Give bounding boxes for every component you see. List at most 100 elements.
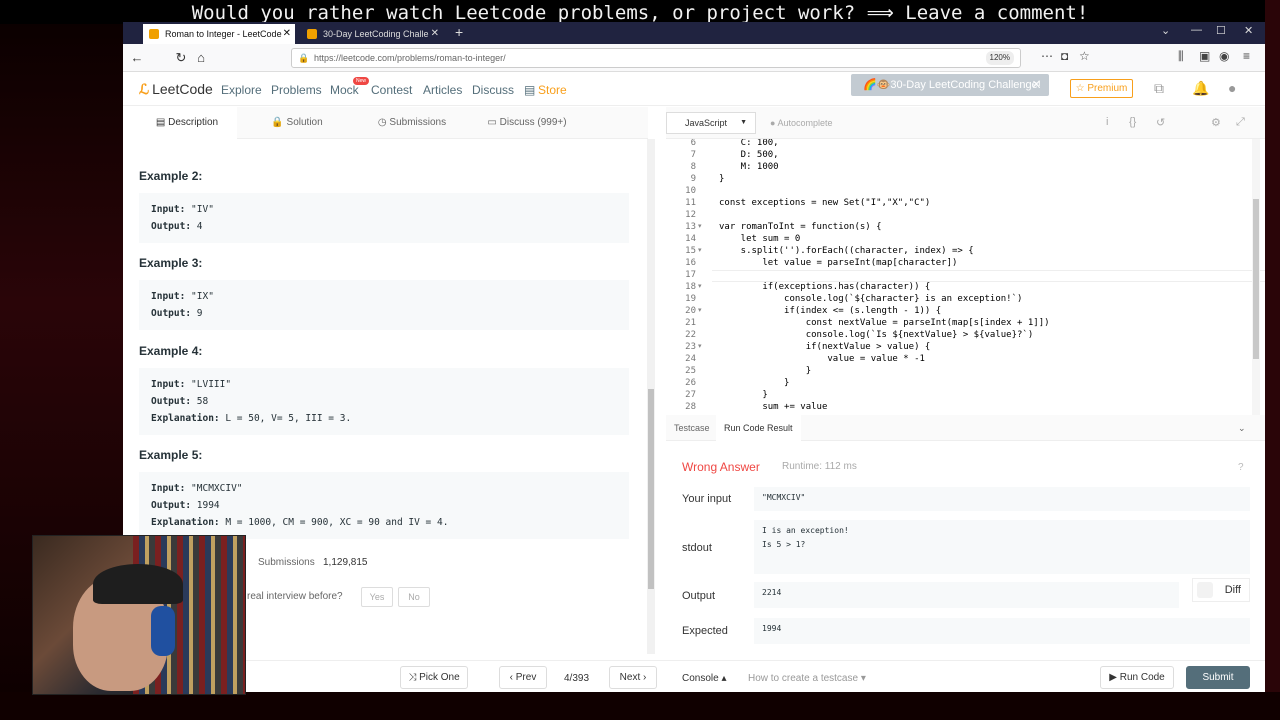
code-line: } bbox=[719, 378, 790, 388]
editor-scrollbar[interactable] bbox=[1252, 139, 1260, 426]
no-button[interactable]: No bbox=[398, 587, 430, 607]
playground-icon[interactable]: ⧉ bbox=[1154, 80, 1164, 97]
tab-discuss[interactable]: ▭ Discuss (999+) bbox=[472, 107, 582, 139]
code-line: if(nextValue > value) { bbox=[719, 342, 931, 352]
leetcode-logo-icon: ℒ bbox=[139, 81, 150, 97]
nav-store[interactable]: Store bbox=[538, 83, 567, 97]
close-icon[interactable]: ✕ bbox=[1032, 74, 1041, 96]
nav-articles[interactable]: Articles bbox=[423, 83, 462, 97]
next-button[interactable]: Next › bbox=[609, 666, 657, 689]
maximize-icon[interactable]: ☐ bbox=[1216, 24, 1226, 37]
headset bbox=[151, 606, 175, 656]
library-icon[interactable]: ⫼ bbox=[1178, 49, 1184, 64]
run-code-button[interactable]: ▶ Run Code bbox=[1100, 666, 1174, 689]
example-value: "LVIII" bbox=[185, 379, 232, 390]
dropdown-icon[interactable]: ⌄ bbox=[1161, 24, 1170, 37]
yes-button[interactable]: Yes bbox=[361, 587, 393, 607]
chevron-up-icon: ▴ bbox=[718, 673, 727, 684]
autocomplete-label: Autocomplete bbox=[777, 118, 833, 128]
code-line: sum += value bbox=[719, 402, 828, 412]
browser-tab[interactable]: 30-Day LeetCoding Challe ✕ bbox=[301, 24, 443, 44]
code-line: let sum = 0 bbox=[719, 234, 801, 244]
submissions-label: Submissions bbox=[258, 557, 315, 568]
scrollbar-thumb[interactable] bbox=[1253, 199, 1259, 359]
fold-arrow-icon[interactable]: ▾ bbox=[698, 341, 702, 353]
leetcode-logo[interactable]: ℒ LeetCode bbox=[139, 81, 213, 98]
info-icon[interactable]: i bbox=[1106, 116, 1108, 128]
zoom-level[interactable]: 120% bbox=[985, 51, 1014, 65]
example-value: "IV" bbox=[185, 204, 214, 215]
pocket-icon[interactable]: ◘ bbox=[1061, 49, 1068, 63]
fold-arrow-icon[interactable]: ▾ bbox=[698, 305, 702, 317]
fullscreen-icon[interactable]: ⤢ bbox=[1236, 116, 1245, 129]
settings-icon[interactable]: ⚙ bbox=[1211, 116, 1221, 129]
diff-toggle[interactable]: Diff bbox=[1192, 578, 1250, 602]
example-label: Input: bbox=[151, 483, 186, 494]
line-number: 18 bbox=[685, 282, 696, 292]
fold-arrow-icon[interactable]: ▾ bbox=[698, 245, 702, 257]
discuss-icon: ▭ bbox=[487, 117, 500, 128]
tab-testcase[interactable]: Testcase bbox=[674, 415, 710, 441]
help-icon[interactable]: ? bbox=[1238, 462, 1244, 473]
menu-icon[interactable]: ≡ bbox=[1243, 49, 1250, 63]
fold-arrow-icon[interactable]: ▾ bbox=[698, 221, 702, 233]
tab-solution[interactable]: 🔒 Solution bbox=[257, 107, 337, 139]
tab-label: Description bbox=[168, 117, 219, 128]
close-tab-icon[interactable]: ✕ bbox=[283, 24, 291, 44]
example-line: Explanation: M = 1000, CM = 900, XC = 90… bbox=[151, 514, 617, 531]
challenge-banner[interactable]: 🌈🐵30-Day LeetCoding Challenge! ✕ bbox=[851, 74, 1049, 96]
submit-button[interactable]: Submit bbox=[1186, 666, 1250, 689]
how-to-link[interactable]: How to create a testcase ▾ bbox=[748, 673, 866, 684]
close-tab-icon[interactable]: ✕ bbox=[431, 24, 439, 44]
description-scrollbar[interactable] bbox=[647, 139, 655, 654]
your-input-label: Your input bbox=[682, 493, 732, 505]
tab-run-code-result[interactable]: Run Code Result bbox=[716, 415, 801, 441]
autocomplete-toggle[interactable]: ● Autocomplete bbox=[770, 107, 833, 139]
sidebar-icon[interactable]: ▣ bbox=[1199, 49, 1210, 63]
browser-tab-active[interactable]: Roman to Integer - LeetCode ✕ bbox=[143, 24, 295, 44]
nav-discuss[interactable]: Discuss bbox=[472, 83, 514, 97]
language-select[interactable]: JavaScript ▼ bbox=[666, 112, 756, 134]
tab-submissions[interactable]: ◷ Submissions bbox=[362, 107, 462, 139]
back-icon[interactable]: ← bbox=[127, 48, 147, 68]
new-tab-button[interactable]: + bbox=[455, 24, 463, 40]
line-number: 12 bbox=[685, 210, 696, 220]
avatar-icon[interactable]: ● bbox=[1228, 80, 1236, 96]
close-window-icon[interactable]: ✕ bbox=[1244, 24, 1253, 37]
prev-button[interactable]: ‹ Prev bbox=[499, 666, 547, 689]
scrollbar-thumb[interactable] bbox=[648, 389, 654, 589]
notification-bell-icon[interactable]: 🔔 bbox=[1192, 80, 1209, 97]
reload-icon[interactable]: ↻ bbox=[171, 48, 191, 68]
stdout-box: I is an exception! Is 5 > 1? bbox=[754, 520, 1250, 574]
new-badge: New bbox=[353, 77, 370, 85]
account-icon[interactable]: ◉ bbox=[1219, 49, 1229, 63]
example-value: "IX" bbox=[185, 291, 214, 302]
stream-banner: Would you rather watch Leetcode problems… bbox=[0, 0, 1280, 24]
tab-label: Discuss (999+) bbox=[499, 117, 567, 128]
nav-explore[interactable]: Explore bbox=[221, 83, 262, 97]
bookmark-star-icon[interactable]: ☆ bbox=[1079, 49, 1090, 63]
challenge-text: 🌈🐵30-Day LeetCoding Challenge! bbox=[863, 79, 1041, 91]
pick-one-button[interactable]: ⤨ Pick One bbox=[400, 666, 468, 689]
minimize-icon[interactable]: — bbox=[1191, 24, 1202, 36]
home-icon[interactable]: ⌂ bbox=[191, 48, 211, 68]
url-toolbar: ← ↻ ⌂ 🔒 https://leetcode.com/problems/ro… bbox=[123, 44, 1265, 72]
background-bottom bbox=[0, 692, 1280, 720]
code-line: if(index <= (s.length - 1)) { bbox=[719, 306, 942, 316]
address-bar[interactable]: 🔒 https://leetcode.com/problems/roman-to… bbox=[291, 48, 1021, 68]
code-editor[interactable]: 6 7 8 9 10 11 12 13 ▾ 14 15 ▾ 16 17 18 ▾ 19 20 ▾ 21 22 23 ▾ 24 2… bbox=[666, 139, 1265, 426]
braces-icon[interactable]: {} bbox=[1129, 116, 1136, 128]
premium-button[interactable]: ☆ Premium bbox=[1070, 79, 1133, 98]
example-line: Output: 1994 bbox=[151, 497, 617, 514]
more-icon[interactable]: ⋯ bbox=[1041, 49, 1053, 63]
nav-mock[interactable]: Mock bbox=[330, 83, 359, 97]
console-button[interactable]: Console ▴ bbox=[682, 673, 727, 684]
nav-contest[interactable]: Contest bbox=[371, 83, 412, 97]
reset-icon[interactable]: ↺ bbox=[1156, 116, 1165, 129]
fold-arrow-icon[interactable]: ▾ bbox=[698, 281, 702, 293]
problem-counter: 4/393 bbox=[564, 673, 590, 684]
nav-problems[interactable]: Problems bbox=[271, 83, 322, 97]
collapse-icon[interactable]: ⌄ bbox=[1238, 415, 1246, 441]
line-number: 23 bbox=[685, 342, 696, 352]
tab-description[interactable]: ▤ Description bbox=[137, 107, 237, 139]
